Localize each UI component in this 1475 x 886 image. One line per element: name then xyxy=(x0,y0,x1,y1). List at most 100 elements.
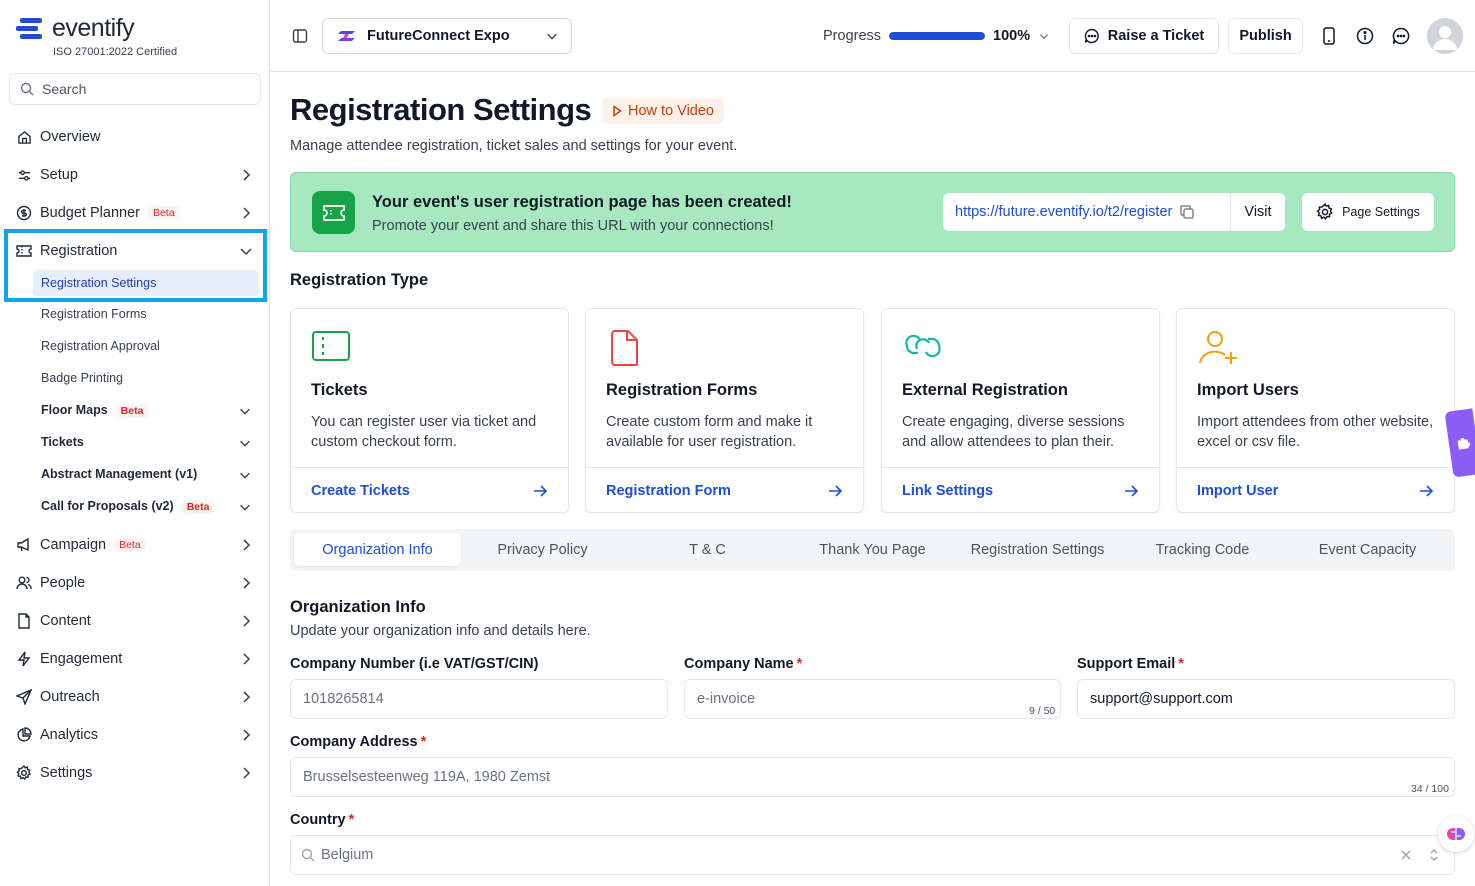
visit-button[interactable]: Visit xyxy=(1230,193,1285,231)
card-description: Create engaging, diverse sessions and al… xyxy=(902,414,1125,450)
card-link-label: Create Tickets xyxy=(311,482,410,499)
sidebar-toggle-icon[interactable] xyxy=(292,28,308,44)
event-name: FutureConnect Expo xyxy=(367,28,510,44)
card-description: You can register user via ticket and cus… xyxy=(311,414,537,450)
chevron-down-icon[interactable] xyxy=(238,500,252,514)
chevron-right-icon xyxy=(243,691,251,703)
clear-icon[interactable] xyxy=(1400,849,1412,861)
company-address-input[interactable]: Brusselsesteenweg 119A, 1980 Zemst xyxy=(290,757,1455,797)
page-settings-button[interactable]: Page Settings xyxy=(1302,193,1434,231)
brand-logo[interactable]: eventify xyxy=(16,14,135,43)
link-settings-link[interactable]: Link Settings xyxy=(882,467,1159,513)
assistant-button[interactable] xyxy=(1438,816,1474,852)
copy-icon[interactable] xyxy=(1180,205,1194,219)
required-mark: * xyxy=(796,656,803,672)
sidebar-subitem-tickets[interactable]: Tickets xyxy=(41,435,84,449)
sidebar-item-people[interactable]: People xyxy=(16,571,254,595)
sidebar-search[interactable]: Search xyxy=(9,73,261,105)
mobile-preview-icon[interactable] xyxy=(1321,27,1337,45)
card-import-users: Import Users Import attendees from other… xyxy=(1176,308,1455,513)
registration-url-box: https://future.eventify.io/t2/register V… xyxy=(943,193,1285,231)
card-title: Import Users xyxy=(1197,381,1299,399)
tab-terms[interactable]: T & C xyxy=(625,533,790,566)
info-icon[interactable] xyxy=(1356,27,1374,45)
sidebar-item-content[interactable]: Content xyxy=(16,609,254,633)
sidebar-item-settings[interactable]: Settings xyxy=(16,761,254,785)
file-icon xyxy=(18,613,30,629)
progress-bar xyxy=(889,32,986,40)
sidebar-subitem-badge-printing[interactable]: Badge Printing xyxy=(41,371,123,385)
event-selector[interactable]: FutureConnect Expo xyxy=(322,18,572,54)
chevron-down-icon[interactable] xyxy=(238,404,252,418)
tab-thank-you-page[interactable]: Thank You Page xyxy=(790,533,955,566)
brand-name: eventify xyxy=(52,14,135,42)
arrow-right-icon xyxy=(1420,484,1434,497)
card-external-registration: External Registration Create engaging, d… xyxy=(881,308,1160,513)
sidebar-item-label: Budget Planner xyxy=(40,205,140,221)
how-to-label: How to Video xyxy=(628,103,714,119)
import-user-link[interactable]: Import User xyxy=(1177,467,1454,513)
publish-label: Publish xyxy=(1239,28,1292,44)
required-mark: * xyxy=(348,812,355,828)
play-icon xyxy=(613,105,622,117)
sidebar-item-setup[interactable]: Setup xyxy=(16,163,254,187)
tab-registration-settings[interactable]: Registration Settings xyxy=(955,533,1120,566)
beta-badge: Beta xyxy=(114,538,146,552)
messages-icon[interactable] xyxy=(1392,27,1410,45)
create-tickets-link[interactable]: Create Tickets xyxy=(291,467,568,513)
sidebar-item-budget-planner[interactable]: Budget Planner Beta xyxy=(16,201,254,225)
company-number-input[interactable]: 1018265814 xyxy=(290,679,668,719)
tab-tracking-code[interactable]: Tracking Code xyxy=(1120,533,1285,566)
tab-organization-info[interactable]: Organization Info xyxy=(294,533,461,566)
sidebar-item-campaign[interactable]: Campaign Beta xyxy=(16,533,254,557)
chevron-right-icon xyxy=(243,653,251,665)
required-mark: * xyxy=(420,734,427,750)
card-description: Create custom form and make it available… xyxy=(606,414,813,450)
sidebar-item-label: Engagement xyxy=(40,651,123,667)
raise-ticket-button[interactable]: Raise a Ticket xyxy=(1069,18,1219,54)
sidebar-subitem-registration-forms[interactable]: Registration Forms xyxy=(41,307,147,321)
sidebar-subitem-floor-maps[interactable]: Floor Maps Beta xyxy=(41,403,149,418)
progress-indicator[interactable]: Progress 100% xyxy=(823,24,1050,48)
link-icon xyxy=(905,334,941,358)
sidebar-item-analytics[interactable]: Analytics xyxy=(16,723,254,747)
tab-event-capacity[interactable]: Event Capacity xyxy=(1285,533,1450,566)
country-value: Belgium xyxy=(321,847,374,863)
support-email-input[interactable]: support@support.com xyxy=(1077,679,1455,719)
sidebar-item-overview[interactable]: Overview xyxy=(16,125,254,149)
progress-label: Progress xyxy=(823,28,882,44)
registration-url[interactable]: https://future.eventify.io/t2/register xyxy=(943,204,1230,220)
users-icon xyxy=(16,576,32,590)
tab-privacy-policy[interactable]: Privacy Policy xyxy=(460,533,625,566)
sidebar-subitem-call-for-proposals[interactable]: Call for Proposals (v2) Beta xyxy=(41,499,215,514)
how-to-video-button[interactable]: How to Video xyxy=(602,98,724,124)
chevron-down-icon[interactable] xyxy=(238,468,252,482)
chevron-down-icon xyxy=(1039,34,1049,40)
sidebar-subitem-abstract-management[interactable]: Abstract Management (v1) xyxy=(41,467,197,481)
sidebar-item-label: Content xyxy=(40,613,91,629)
company-number-label: Company Number (i.e VAT/GST/CIN) xyxy=(290,656,539,672)
search-icon xyxy=(20,82,34,96)
chevron-down-icon[interactable] xyxy=(238,436,252,450)
sidebar-subitem-registration-approval[interactable]: Registration Approval xyxy=(41,339,160,353)
eventify-logo-icon xyxy=(16,17,42,39)
registration-form-link[interactable]: Registration Form xyxy=(586,467,863,513)
sidebar-item-engagement[interactable]: Engagement xyxy=(16,647,254,671)
sidebar-item-outreach[interactable]: Outreach xyxy=(16,685,254,709)
country-select[interactable]: Belgium xyxy=(290,835,1455,875)
select-arrows-icon[interactable] xyxy=(1429,847,1439,863)
company-name-counter: 9 / 50 xyxy=(1029,705,1056,717)
publish-button[interactable]: Publish xyxy=(1228,18,1303,54)
arrow-right-icon xyxy=(534,484,548,497)
gear-icon xyxy=(1316,203,1333,220)
page-title: Registration Settings xyxy=(290,92,592,127)
user-plus-icon xyxy=(1199,331,1237,364)
chevron-right-icon xyxy=(243,767,251,779)
company-name-label: Company Name * xyxy=(684,656,802,672)
subitem-label: Call for Proposals (v2) xyxy=(41,499,174,513)
chevron-right-icon xyxy=(243,577,251,589)
support-email-label: Support Email * xyxy=(1077,656,1184,672)
user-avatar[interactable] xyxy=(1427,18,1463,54)
company-name-input[interactable]: e-invoice xyxy=(684,679,1061,719)
raise-ticket-label: Raise a Ticket xyxy=(1107,28,1205,44)
